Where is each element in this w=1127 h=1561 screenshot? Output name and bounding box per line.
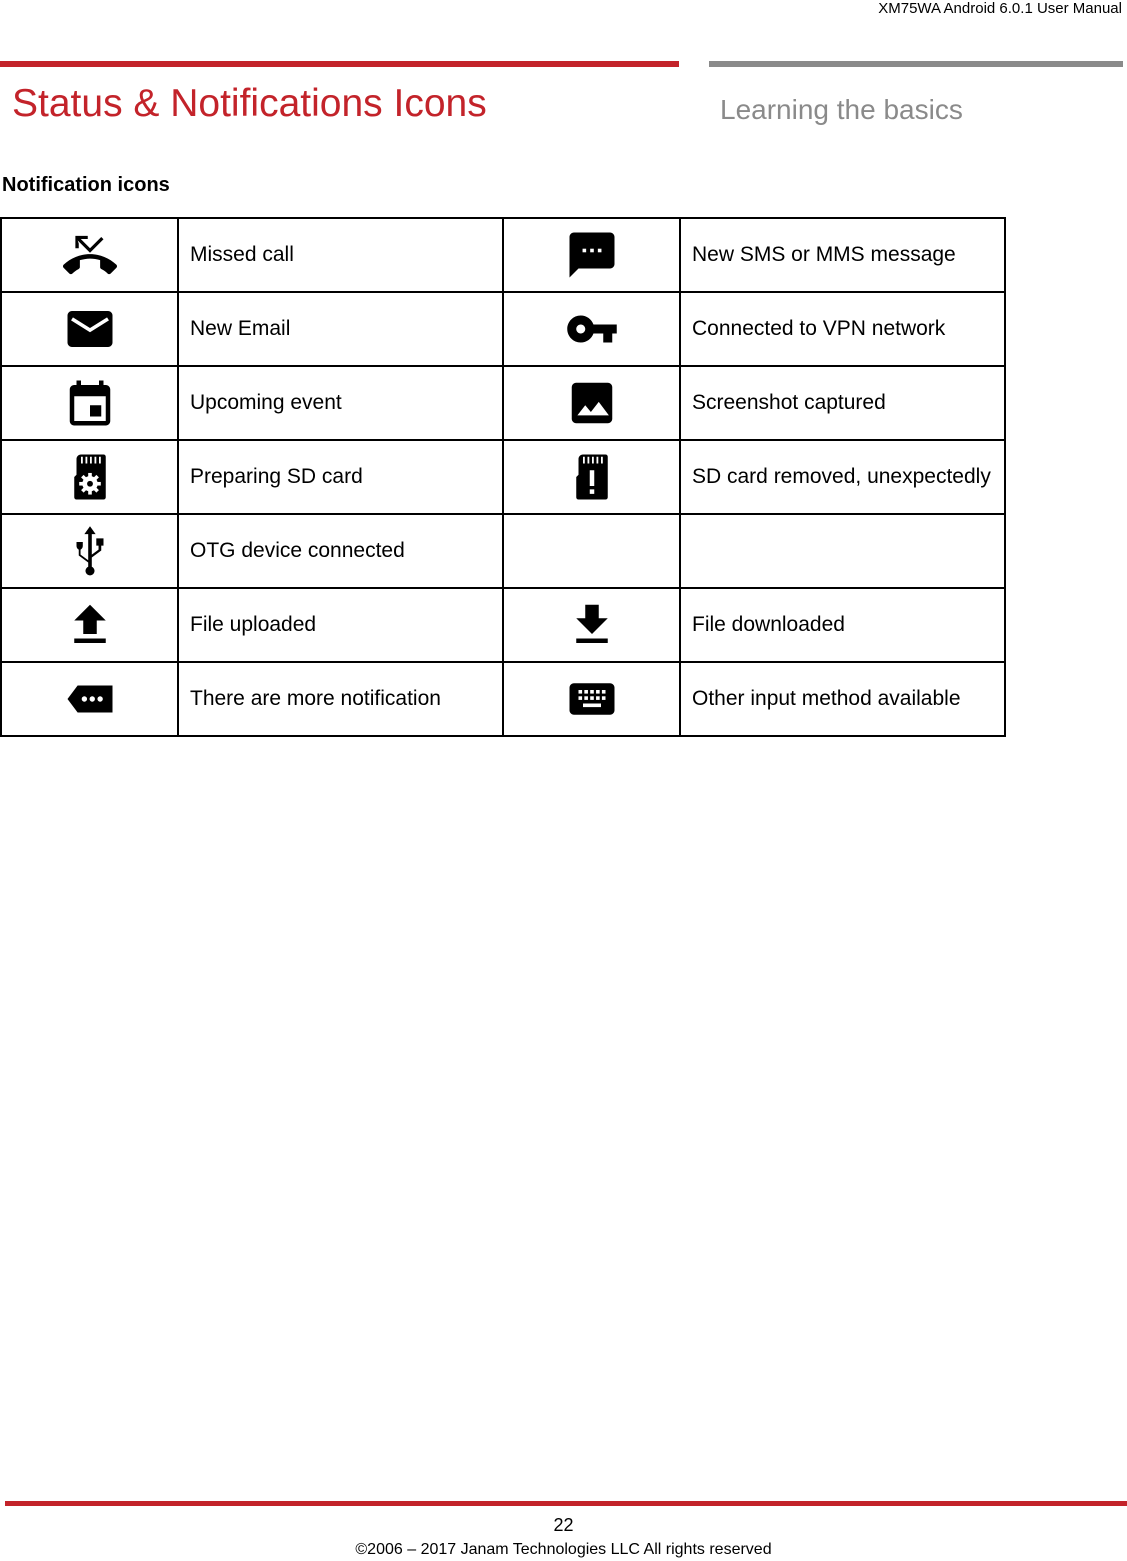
notification-label: Other input method available [679, 661, 1006, 737]
notification-label: SD card removed, unexpectedly [679, 439, 1006, 515]
empty-icon-cell [502, 513, 681, 589]
table-row: There are more notification Other input … [0, 661, 1006, 737]
notification-label: Missed call [177, 217, 504, 293]
sd-card-alert-icon [565, 450, 619, 504]
table-row: Preparing SD card SD card removed, unexp… [0, 439, 1006, 515]
table-row: OTG device connected [0, 513, 1006, 589]
more-notifications-icon [63, 672, 117, 726]
empty-label-cell [679, 513, 1006, 589]
notification-icons-table: Missed call New SMS or MMS message New E… [0, 217, 1006, 737]
sms-message-icon [565, 228, 619, 282]
notification-label: Connected to VPN network [679, 291, 1006, 367]
notification-label: File downloaded [679, 587, 1006, 663]
notification-icons-heading: Notification icons [2, 174, 170, 196]
notification-label: New Email [177, 291, 504, 367]
section-name: Learning the basics [720, 94, 963, 125]
document-title: XM75WA Android 6.0.1 User Manual [878, 0, 1122, 17]
table-row: Upcoming event Screenshot captured [0, 365, 1006, 441]
notification-label: Upcoming event [177, 365, 504, 441]
section-rule-gray [709, 61, 1123, 67]
missed-call-icon [62, 228, 117, 282]
table-row: Missed call New SMS or MMS message [0, 217, 1006, 293]
notification-label: OTG device connected [177, 513, 504, 589]
notification-label: File uploaded [177, 587, 504, 663]
vpn-key-icon [565, 302, 619, 356]
footer-rule [5, 1501, 1127, 1506]
keyboard-icon [565, 672, 619, 726]
notification-label: New SMS or MMS message [679, 217, 1006, 293]
calendar-event-icon [63, 376, 117, 430]
sd-card-settings-icon [63, 450, 117, 504]
usb-icon [63, 524, 117, 578]
notification-label: Preparing SD card [177, 439, 504, 515]
title-rule-red [0, 61, 679, 67]
email-icon [63, 302, 117, 356]
page-number: 22 [553, 1515, 574, 1535]
image-icon [565, 376, 619, 430]
notification-label: Screenshot captured [679, 365, 1006, 441]
notification-label: There are more notification [177, 661, 504, 737]
table-row: File uploaded File downloaded [0, 587, 1006, 663]
copyright: ©2006 – 2017 Janam Technologies LLC All … [355, 1541, 772, 1558]
page-title: Status & Notifications Icons [12, 82, 487, 125]
download-icon [565, 598, 619, 652]
upload-icon [63, 598, 117, 652]
table-row: New Email Connected to VPN network [0, 291, 1006, 367]
